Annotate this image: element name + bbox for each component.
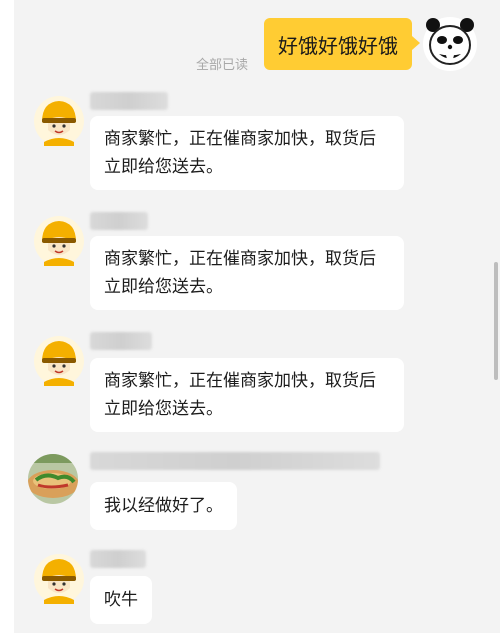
incoming-message-bubble[interactable]: 商家繁忙，正在催商家加快，取货后立即给您送去。 xyxy=(90,116,404,190)
outgoing-message-bubble[interactable]: 好饿好饿好饿 xyxy=(264,18,420,70)
read-receipt: 全部已读 xyxy=(196,58,249,73)
sender-name-blurred xyxy=(90,212,148,230)
incoming-message-bubble[interactable]: 吹牛 xyxy=(90,576,152,624)
scrollbar[interactable] xyxy=(494,262,498,380)
chat-screen: 全部已读 好饿好饿好饿 商家繁忙，正在催商家加快，取货后立即给您送去。 商家繁忙… xyxy=(14,0,500,633)
courier-avatar-icon[interactable] xyxy=(34,554,84,604)
food-photo-avatar-icon[interactable] xyxy=(28,454,78,504)
sender-name-blurred xyxy=(90,550,146,568)
courier-avatar-icon[interactable] xyxy=(34,216,84,266)
incoming-message-bubble[interactable]: 商家繁忙，正在催商家加快，取货后立即给您送去。 xyxy=(90,358,404,432)
sender-name-blurred xyxy=(90,332,152,350)
sender-name-blurred xyxy=(90,452,380,470)
incoming-message-bubble[interactable]: 我以经做好了。 xyxy=(90,482,237,530)
courier-avatar-icon[interactable] xyxy=(34,96,84,146)
sender-name-blurred xyxy=(90,92,168,110)
courier-avatar-icon[interactable] xyxy=(34,336,84,386)
panda-meme-avatar-icon[interactable] xyxy=(422,16,478,72)
incoming-message-bubble[interactable]: 商家繁忙，正在催商家加快，取货后立即给您送去。 xyxy=(90,236,404,310)
